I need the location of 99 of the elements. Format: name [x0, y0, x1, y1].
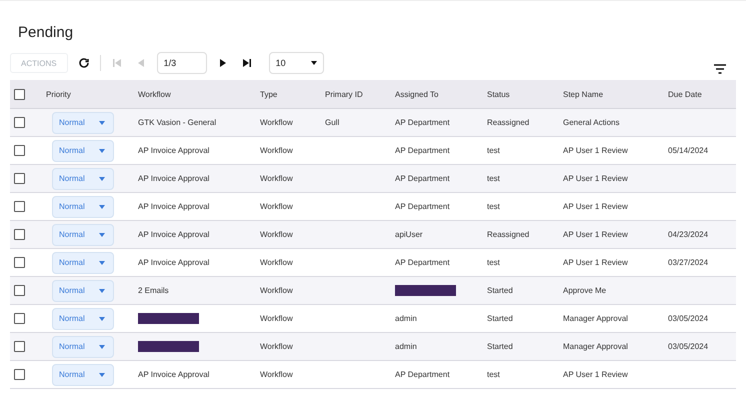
row-checkbox[interactable] [14, 145, 25, 156]
caret-icon [99, 120, 105, 124]
table-cell-text: Workflow [259, 202, 294, 211]
redaction-bar [138, 313, 199, 324]
table-cell-text: AP Department [394, 258, 451, 267]
table-cell-text: AP Invoice Approval [137, 202, 210, 211]
table-cell-text: 03/05/2024 [667, 342, 710, 351]
column-header[interactable]: Due Date [662, 90, 736, 98]
row-checkbox[interactable] [14, 341, 25, 352]
table-cell-text: Workflow [259, 370, 294, 379]
redaction-bar [395, 285, 456, 296]
table-cell-text: AP Invoice Approval [137, 146, 210, 155]
table-cell-text: Gull [324, 118, 340, 127]
table-cell-text: AP User 1 Review [562, 370, 629, 379]
caret-icon [99, 232, 105, 236]
table-cell-text: AP Department [394, 174, 451, 183]
table-cell-text: Started [486, 342, 514, 351]
priority-select[interactable]: Normal [52, 168, 114, 190]
table-cell-text: AP User 1 Review [562, 230, 629, 239]
caret-icon [99, 344, 105, 348]
row-checkbox[interactable] [14, 229, 25, 240]
table-cell-text: 03/05/2024 [667, 314, 710, 323]
table-cell-text: AP Department [394, 370, 451, 379]
table-cell-text: Workflow [259, 258, 294, 267]
page-size-select[interactable]: 10 [268, 52, 324, 74]
table-cell-text: AP Invoice Approval [137, 258, 210, 267]
column-header[interactable]: Assigned To [389, 90, 481, 98]
caret-icon [99, 148, 105, 152]
caret-icon [99, 316, 105, 320]
table-cell-text: 05/14/2024 [667, 146, 710, 155]
table-cell-text: Reassigned [486, 118, 530, 127]
row-checkbox[interactable] [14, 173, 25, 184]
table-cell-text: General Actions [562, 118, 620, 127]
row-checkbox[interactable] [14, 285, 25, 296]
priority-select[interactable]: Normal [52, 336, 114, 358]
column-header[interactable]: Type [254, 90, 319, 98]
table-cell-text: admin [394, 342, 418, 351]
table-cell-text: Started [486, 286, 514, 295]
row-checkbox[interactable] [14, 369, 25, 380]
table-cell-text: Workflow [259, 230, 294, 239]
table-cell-text: AP User 1 Review [562, 146, 629, 155]
table-cell-text: test [486, 202, 501, 211]
table-cell-text: Reassigned [486, 230, 530, 239]
caret-icon [99, 204, 105, 208]
table-cell-text: Workflow [259, 118, 294, 127]
column-header[interactable]: Status [481, 90, 557, 98]
table-cell-text: Approve Me [562, 286, 608, 295]
table-cell-text: Workflow [259, 146, 294, 155]
table-cell-text: apiUser [394, 230, 424, 239]
table-cell-text: test [486, 370, 501, 379]
priority-select[interactable]: Normal [52, 252, 114, 274]
redaction-bar [138, 341, 199, 352]
table-cell-text: AP Invoice Approval [137, 230, 210, 239]
priority-select[interactable]: Normal [52, 280, 114, 302]
table-cell-text: test [486, 174, 501, 183]
table-cell-text: 03/27/2024 [667, 258, 710, 267]
table-cell-text: AP User 1 Review [562, 174, 629, 183]
table-cell-text: Workflow [259, 174, 294, 183]
table-cell-text: Workflow [259, 342, 294, 351]
table-cell-text: AP User 1 Review [562, 258, 629, 267]
table-cell-text: 2 Emails [137, 286, 170, 295]
table-cell-text: AP Department [394, 202, 451, 211]
caret-icon [99, 260, 105, 264]
table-cell-text: GTK Vasion - General [137, 118, 218, 127]
caret-icon [99, 372, 105, 376]
table-cell-text: 04/23/2024 [667, 230, 710, 239]
table-cell-text: AP User 1 Review [562, 202, 629, 211]
column-header[interactable]: Priority [40, 90, 132, 98]
priority-select[interactable]: Normal [52, 224, 114, 246]
priority-select[interactable]: Normal [52, 308, 114, 330]
caret-icon [99, 288, 105, 292]
page-field[interactable]: 1/3 [156, 52, 207, 74]
row-checkbox[interactable] [14, 257, 25, 268]
priority-select[interactable]: Normal [52, 196, 114, 218]
table-cell-text: AP Department [394, 146, 451, 155]
row-checkbox[interactable] [14, 201, 25, 212]
table-cell-text: test [486, 258, 501, 267]
caret-icon [99, 176, 105, 180]
table-cell-text: AP Department [394, 118, 451, 127]
column-header[interactable]: Workflow [132, 90, 254, 98]
table-cell-text: Manager Approval [562, 314, 629, 323]
table-cell-text: AP Invoice Approval [137, 370, 210, 379]
priority-select[interactable]: Normal [52, 140, 114, 162]
table-cell-text: Manager Approval [562, 342, 629, 351]
caret-icon [310, 61, 317, 65]
table-cell-text: admin [394, 314, 418, 323]
table-cell-text: test [486, 146, 501, 155]
select-all-checkbox[interactable] [14, 88, 25, 100]
table-cell-text: AP Invoice Approval [137, 174, 210, 183]
page-title: Pending [18, 23, 74, 43]
table-cell-text: Started [486, 314, 514, 323]
column-header[interactable]: Step Name [557, 90, 662, 98]
priority-select[interactable]: Normal [52, 112, 114, 134]
row-checkbox[interactable] [14, 117, 25, 128]
table-cell-text: Workflow [259, 314, 294, 323]
column-header[interactable]: Primary ID [319, 90, 389, 98]
priority-select[interactable]: Normal [52, 364, 114, 386]
table-cell-text: Workflow [259, 286, 294, 295]
row-checkbox[interactable] [14, 313, 25, 324]
